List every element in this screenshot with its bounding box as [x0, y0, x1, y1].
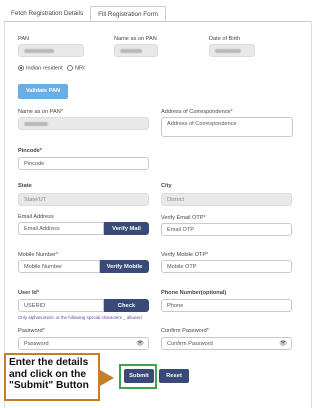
- validate-pan-button[interactable]: Validate PAN: [18, 84, 68, 99]
- show-password-eye-icon[interactable]: 👁: [136, 340, 144, 347]
- instruction-callout: Enter the details and click on the "Subm…: [4, 353, 100, 401]
- dob-label: Date of Birth: [209, 36, 241, 42]
- dob-field: [209, 44, 255, 57]
- callout-arrow-icon: [100, 370, 114, 386]
- city-label: City: [161, 183, 172, 189]
- pan-field: [18, 44, 84, 57]
- password-input[interactable]: Password 👁: [18, 337, 149, 350]
- reset-button[interactable]: Reset: [159, 369, 189, 383]
- pan-label: PAN: [18, 36, 30, 42]
- pan-value-redacted: [24, 48, 54, 53]
- verify-mobile-button[interactable]: Verify Mobile: [100, 260, 149, 273]
- confirm-password-input[interactable]: Confirm Password 👁: [161, 337, 292, 350]
- name-as-on-pan-field: [114, 44, 158, 57]
- radio-selected-icon: [18, 65, 24, 71]
- mobile-label: Mobile Number*: [18, 252, 59, 258]
- confirm-password-label: Confirm Password*: [161, 328, 209, 334]
- mobile-otp-input[interactable]: Mobile OTP: [161, 260, 292, 273]
- user-id-input[interactable]: USERID: [18, 299, 104, 312]
- phone-label: Phone Number(optional): [161, 290, 227, 296]
- address-label: Address of Correspondence*: [161, 109, 233, 115]
- check-user-id-button[interactable]: Check: [104, 299, 149, 312]
- tab-fetch-registration-details[interactable]: Fetch Registration Details: [4, 6, 90, 22]
- submit-button[interactable]: Submit: [124, 369, 154, 383]
- mobile-otp-label: Verify Mobile OTP*: [161, 252, 209, 258]
- dob-value-redacted: [215, 48, 241, 53]
- name-value-redacted-2: [24, 121, 48, 126]
- radio-empty-icon: [67, 65, 73, 71]
- verify-mail-button[interactable]: Verify Mail: [104, 222, 149, 235]
- resident-indian-option[interactable]: Indian resident: [18, 65, 63, 71]
- pincode-label: Pincode*: [18, 148, 42, 154]
- city-field: District: [161, 193, 292, 206]
- resident-nri-option[interactable]: NRI: [67, 65, 85, 71]
- tab-fill-registration-form[interactable]: Fill Registration Form: [90, 6, 166, 22]
- tab-bar: Fetch Registration Details Fill Registra…: [4, 6, 166, 22]
- name-as-on-pan-field-2: [18, 117, 149, 130]
- phone-input[interactable]: Phone: [161, 299, 292, 312]
- user-id-label: User Id*: [18, 290, 40, 296]
- name-as-on-pan-label: Name as on PAN: [114, 36, 157, 42]
- address-textarea[interactable]: Address of Correspondence: [161, 117, 293, 137]
- email-otp-label: Verify Email OTP*: [161, 215, 206, 221]
- user-id-hint: Only alphanumeric or the following speci…: [18, 315, 142, 320]
- email-input[interactable]: Email Address: [18, 222, 104, 235]
- mobile-input[interactable]: Mobile Number: [18, 260, 100, 273]
- password-label: Password*: [18, 328, 45, 334]
- show-confirm-password-eye-icon[interactable]: 👁: [279, 340, 287, 347]
- name-as-on-pan-label-2: Name as on PAN*: [18, 109, 63, 115]
- state-field: State/UT: [18, 193, 149, 206]
- email-otp-input[interactable]: Email OTP: [161, 223, 292, 236]
- email-label: Email Address: [18, 214, 54, 220]
- pincode-input[interactable]: Pincode: [18, 157, 149, 170]
- name-value-redacted: [120, 48, 142, 53]
- state-label: State: [18, 183, 32, 189]
